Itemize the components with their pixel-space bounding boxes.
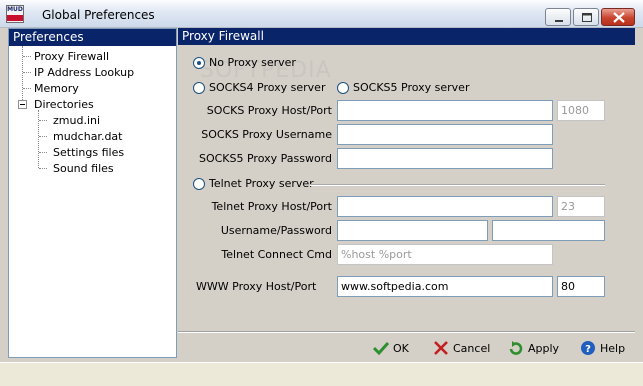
socks5-radio[interactable]: SOCKS5 Proxy server bbox=[337, 81, 469, 94]
socks-port-field[interactable] bbox=[557, 100, 605, 121]
ok-button[interactable]: OK bbox=[373, 339, 409, 357]
socks-username-label: SOCKS Proxy Username bbox=[201, 128, 332, 141]
tree-item-settings-files[interactable]: Settings files bbox=[53, 146, 124, 159]
radio-unselected-icon bbox=[193, 81, 205, 94]
tree-item-proxy-firewall[interactable]: Proxy Firewall bbox=[34, 50, 109, 63]
telnet-cmd-label: Telnet Connect Cmd bbox=[221, 248, 332, 261]
refresh-arrow-icon bbox=[509, 341, 523, 355]
apply-button[interactable]: Apply bbox=[508, 339, 559, 357]
socks4-radio[interactable]: SOCKS4 Proxy server bbox=[193, 81, 325, 94]
svg-text:?: ? bbox=[585, 344, 591, 355]
socks5-password-label: SOCKS5 Proxy Password bbox=[198, 152, 332, 165]
minimize-icon bbox=[555, 20, 563, 22]
minimize-button[interactable] bbox=[545, 8, 571, 26]
tree-item-sound-files[interactable]: Sound files bbox=[53, 162, 114, 175]
radio-unselected-icon bbox=[337, 81, 349, 94]
tree-item-memory[interactable]: Memory bbox=[34, 82, 79, 95]
telnet-proxy-label: Telnet Proxy server bbox=[209, 177, 314, 190]
status-bar bbox=[0, 362, 643, 386]
close-icon bbox=[613, 12, 625, 23]
www-host-port-label: WWW Proxy Host/Port bbox=[196, 280, 317, 293]
title-bar: MUD Global Preferences bbox=[0, 0, 643, 28]
radio-selected-icon bbox=[193, 56, 205, 69]
preferences-tree-panel: Preferences Proxy Firewall IP Address Lo… bbox=[8, 28, 177, 358]
preferences-header: Preferences bbox=[9, 29, 176, 46]
app-icon-text: MUD bbox=[7, 6, 23, 13]
button-bar-divider bbox=[178, 331, 635, 333]
help-button-label: Help bbox=[600, 341, 626, 355]
app-icon: MUD bbox=[6, 5, 24, 23]
cancel-button-label: Cancel bbox=[453, 341, 491, 355]
apply-button-label: Apply bbox=[528, 341, 560, 355]
socks5-label: SOCKS5 Proxy server bbox=[353, 81, 470, 94]
tree-item-directories[interactable]: Directories bbox=[34, 98, 94, 111]
no-proxy-label: No Proxy server bbox=[209, 56, 296, 69]
no-proxy-radio[interactable]: No Proxy server bbox=[193, 56, 296, 69]
telnet-proxy-radio[interactable]: Telnet Proxy server bbox=[193, 177, 314, 190]
checkmark-icon bbox=[373, 341, 389, 355]
help-icon: ? bbox=[581, 341, 595, 355]
telnet-group-divider bbox=[310, 184, 605, 186]
socks-host-field[interactable] bbox=[337, 100, 553, 121]
radio-unselected-icon bbox=[193, 177, 205, 190]
tree-item-mudchar-dat[interactable]: mudchar.dat bbox=[53, 130, 122, 143]
x-icon bbox=[434, 341, 448, 355]
cancel-button[interactable]: Cancel bbox=[433, 339, 490, 357]
telnet-password-field[interactable] bbox=[492, 220, 605, 241]
socks-username-field[interactable] bbox=[337, 124, 553, 145]
telnet-port-field[interactable] bbox=[557, 196, 605, 217]
directories-collapse-toggle[interactable] bbox=[18, 100, 27, 109]
ok-button-label: OK bbox=[393, 341, 409, 355]
window-title: Global Preferences bbox=[42, 8, 155, 22]
section-title: Proxy Firewall bbox=[178, 28, 635, 45]
tree-item-ip-address-lookup[interactable]: IP Address Lookup bbox=[34, 66, 134, 79]
www-host-field[interactable] bbox=[337, 276, 553, 297]
maximize-icon bbox=[582, 13, 592, 22]
socks4-label: SOCKS4 Proxy server bbox=[209, 81, 326, 94]
close-button[interactable] bbox=[601, 8, 635, 26]
maximize-button[interactable] bbox=[573, 8, 599, 26]
telnet-cmd-field[interactable] bbox=[337, 244, 553, 265]
www-port-field[interactable] bbox=[557, 276, 605, 297]
help-button[interactable]: ? Help bbox=[580, 339, 625, 357]
tree-item-zmud-ini[interactable]: zmud.ini bbox=[53, 114, 100, 127]
telnet-host-port-label: Telnet Proxy Host/Port bbox=[211, 200, 332, 213]
telnet-host-field[interactable] bbox=[337, 196, 553, 217]
socks-host-port-label: SOCKS Proxy Host/Port bbox=[206, 104, 332, 117]
socks5-password-field[interactable] bbox=[337, 148, 553, 169]
telnet-username-field[interactable] bbox=[337, 220, 488, 241]
telnet-user-pass-label: Username/Password bbox=[220, 224, 332, 237]
